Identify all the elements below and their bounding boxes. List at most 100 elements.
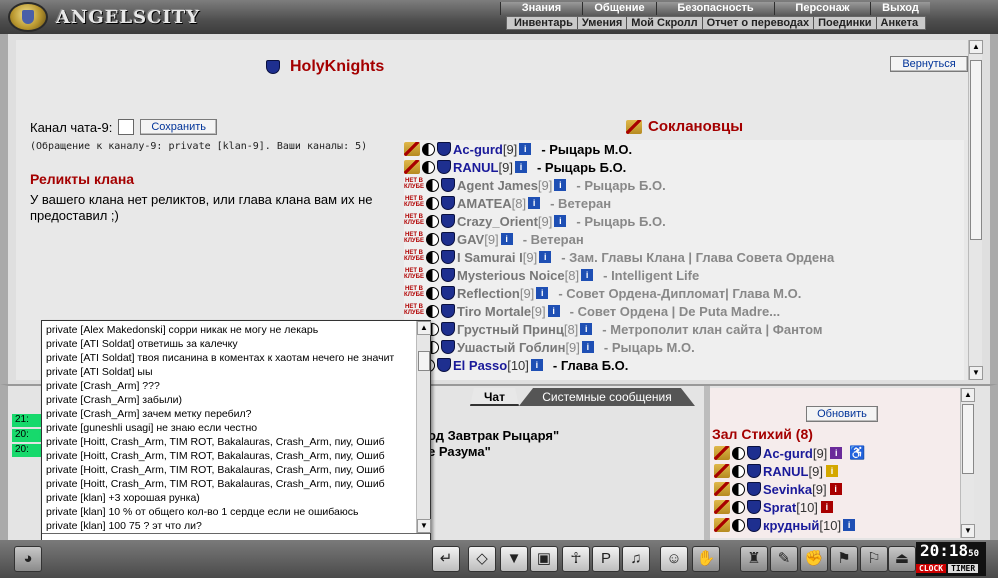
info-icon[interactable]: i [547, 305, 560, 317]
scroll-up-icon[interactable]: ▲ [961, 388, 975, 402]
info-icon[interactable]: i [830, 447, 843, 459]
fist-icon[interactable]: ✊ [800, 546, 828, 572]
main-scrollbar[interactable]: ▲ ▼ [968, 40, 983, 380]
clan-shield-icon [747, 446, 761, 460]
member-name[interactable]: I Samurai I [457, 250, 523, 265]
info-icon[interactable]: i [820, 501, 833, 513]
back-button[interactable]: Вернуться [890, 56, 968, 72]
info-icon[interactable]: i [581, 341, 594, 353]
hand-icon[interactable]: ✋ [692, 546, 720, 572]
info-icon[interactable]: i [530, 359, 543, 371]
info-icon[interactable]: i [519, 143, 532, 155]
info-icon[interactable]: i [554, 179, 567, 191]
room-user-name[interactable]: крудный [763, 518, 819, 533]
info-icon[interactable]: i [843, 519, 856, 531]
scroll-icon[interactable]: ✎ [770, 546, 798, 572]
info-icon[interactable]: i [536, 287, 549, 299]
figure-icon[interactable]: ☥ [562, 546, 590, 572]
scroll-down-icon[interactable]: ▼ [961, 524, 975, 538]
not-in-club-icon: НЕТ ВКЛУБЕ [404, 196, 424, 208]
save-button[interactable]: Сохранить [140, 119, 218, 135]
flag-icon[interactable]: ⚐ [860, 546, 888, 572]
info-icon[interactable]: i [825, 465, 838, 477]
submenu-skills[interactable]: Умения [578, 17, 628, 29]
scroll-thumb[interactable] [970, 60, 982, 240]
member-name[interactable]: GAV [457, 232, 484, 247]
member-name[interactable]: Agent James [457, 178, 538, 193]
info-icon[interactable]: i [554, 215, 567, 227]
potion-icon[interactable]: ♜ [740, 546, 768, 572]
member-name[interactable]: El Passo [453, 358, 507, 373]
yin-yang-icon [426, 178, 439, 192]
member-name[interactable]: RANUL [453, 160, 499, 175]
eraser-icon[interactable]: ◇ [468, 546, 496, 572]
scroll-down-icon[interactable]: ▼ [969, 366, 983, 380]
private-message-icon[interactable]: ♿ [849, 445, 865, 461]
member-name[interactable]: AMATEA [457, 196, 512, 211]
room-user-name[interactable]: Sprat [763, 500, 796, 515]
scroll-thumb[interactable] [418, 351, 430, 371]
member-name[interactable]: Reflection [457, 286, 520, 301]
main-menu: Знания Общение Безопасность Персонаж Вых… [500, 2, 930, 15]
submenu-my-scroll[interactable]: Мой Скролл [627, 17, 703, 29]
pl-icon[interactable]: P [592, 546, 620, 572]
menu-exit[interactable]: Выход [870, 2, 930, 15]
menu-communication[interactable]: Общение [582, 2, 656, 15]
room-user-level: [9] [812, 481, 827, 497]
head-icon[interactable]: ◕ [14, 546, 42, 572]
info-icon[interactable]: i [581, 269, 594, 281]
scroll-down-icon[interactable]: ▼ [417, 519, 431, 533]
member-name[interactable]: Crazy_Orient [457, 214, 538, 229]
filter-icon[interactable]: ▼ [500, 546, 528, 572]
tab-chat[interactable]: Чат [470, 388, 519, 406]
tab-system-messages[interactable]: Системные сообщения [518, 388, 695, 406]
member-name[interactable]: Грустный Принц [457, 322, 564, 337]
info-icon[interactable]: i [829, 483, 842, 495]
info-icon[interactable]: i [514, 161, 527, 173]
banner-icon[interactable]: ⚑ [830, 546, 858, 572]
scroll-up-icon[interactable]: ▲ [969, 40, 983, 54]
menu-security[interactable]: Безопасность [656, 2, 774, 15]
info-icon[interactable]: i [539, 251, 552, 263]
member-level: [8] [564, 267, 580, 283]
member-name[interactable]: Mysterious Noice [457, 268, 565, 283]
member-name[interactable]: Ушастый Гоблин [457, 340, 565, 355]
refresh-button[interactable]: Обновить [806, 406, 878, 422]
enter-icon[interactable]: ↵ [432, 546, 460, 572]
member-name[interactable]: Ac-gurd [453, 142, 503, 157]
clock-time: 20:18 [920, 541, 969, 560]
scroll-thumb[interactable] [962, 404, 974, 474]
chat-time-tags: 21: 20: 20: [12, 414, 42, 459]
clock-label[interactable]: CLOCK [916, 564, 947, 573]
timer-label[interactable]: TIMER [948, 564, 979, 573]
submenu-duels[interactable]: Поединки [814, 17, 877, 29]
private-log-line: private [Alex Makedonski] сорри никак не… [46, 324, 319, 336]
private-log-line: private [klan] 10 % от общего кол-во 1 с… [46, 506, 359, 518]
exit-icon[interactable]: ⏏ [888, 546, 916, 572]
info-icon[interactable]: i [528, 197, 541, 209]
submenu-inventory[interactable]: Инвентарь [510, 17, 578, 29]
yin-yang-icon [732, 500, 745, 514]
submenu-profile[interactable]: Анкета [877, 17, 923, 29]
room-user-name[interactable]: RANUL [763, 464, 809, 479]
menu-character[interactable]: Персонаж [774, 2, 870, 15]
member-name[interactable]: Tiro Mortale [457, 304, 531, 319]
clan-shield-icon [441, 232, 455, 246]
room-user-name[interactable]: Sevinka [763, 482, 812, 497]
info-icon[interactable]: i [580, 323, 593, 335]
save-disk-icon[interactable]: ▣ [530, 546, 558, 572]
room-user-name[interactable]: Ac-gurd [763, 446, 813, 461]
channel-checkbox[interactable] [118, 119, 135, 135]
room-scrollbar[interactable]: ▲ ▼ [960, 388, 975, 538]
submenu-transfer-report[interactable]: Отчет о переводах [703, 17, 815, 29]
member-level: [9] [522, 249, 538, 265]
scroll-up-icon[interactable]: ▲ [417, 321, 431, 335]
private-log-scrollbar[interactable]: ▲ ▼ [416, 321, 431, 533]
status-icon [714, 500, 730, 514]
room-user-row: RANUL [9] i [714, 462, 866, 480]
info-icon[interactable]: i [500, 233, 513, 245]
music-icon[interactable]: ♫ [622, 546, 650, 572]
menu-knowledge[interactable]: Знания [500, 2, 582, 15]
bottom-toolbar: ◕ ↵ ◇ ▼ ▣ ☥ P ♫ ☺ ✋ ♜ ✎ ✊ ⚑ ⚐ ⏏ 20:1850 … [0, 540, 998, 578]
smiley-icon[interactable]: ☺ [660, 546, 688, 572]
